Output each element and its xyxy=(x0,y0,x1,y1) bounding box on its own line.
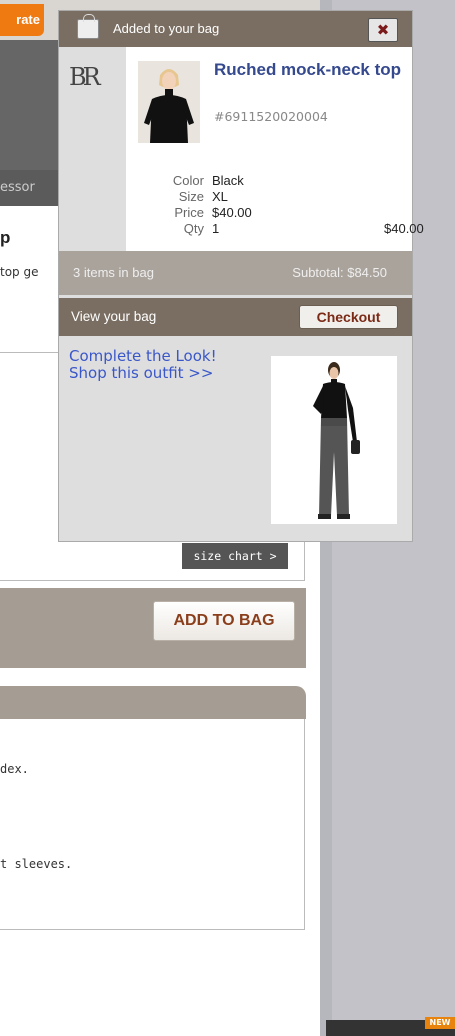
checkout-button[interactable]: Checkout xyxy=(299,305,398,329)
details-line: dex. xyxy=(0,762,29,776)
nav-item-accessories[interactable]: essor xyxy=(0,170,35,206)
popup-action-bar: View your bag Checkout xyxy=(59,298,412,336)
popup-header: Added to your bag ✖ xyxy=(59,11,412,47)
add-to-bag-button[interactable]: ADD TO BAG xyxy=(153,601,295,641)
details-box xyxy=(0,719,305,930)
shop-outfit-line: Shop this outfit >> xyxy=(69,364,214,382)
new-badge: NEW xyxy=(425,1017,455,1029)
items-in-bag-count: 3 items in bag xyxy=(73,265,154,280)
product-title: p xyxy=(0,228,11,247)
color-value: Black xyxy=(212,173,244,188)
product-thumbnail[interactable] xyxy=(138,61,200,143)
complete-look-line: Complete the Look! xyxy=(69,347,217,365)
price-value: $40.00 xyxy=(212,205,252,220)
product-description: top ge xyxy=(0,265,39,279)
details-header xyxy=(0,686,306,719)
size-label: Size xyxy=(178,189,204,204)
qty-label: Qty xyxy=(183,221,204,236)
bag-summary-bar: 3 items in bag Subtotal: $84.50 xyxy=(59,251,412,295)
popup-title: Added to your bag xyxy=(113,21,220,36)
close-button[interactable]: ✖ xyxy=(368,18,398,42)
product-sku: #6911520020004 xyxy=(214,109,328,124)
complete-the-look-link[interactable]: Complete the Look! Shop this outfit >> xyxy=(69,348,217,382)
line-total: $40.00 xyxy=(384,221,424,236)
size-value: XL xyxy=(212,189,228,204)
bag-item-panel: Ruched mock-neck top #6911520020004 Colo… xyxy=(126,47,424,251)
qty-value: 1 xyxy=(212,221,220,236)
rate-button[interactable]: rate xyxy=(0,4,44,36)
product-name-link[interactable]: Ruched mock-neck top xyxy=(214,61,404,78)
details-line: t sleeves. xyxy=(0,857,73,871)
price-label: Price xyxy=(174,205,204,220)
brand-logo: BR xyxy=(69,63,101,91)
color-label: Color xyxy=(172,173,204,188)
view-bag-link[interactable]: View your bag xyxy=(71,298,156,336)
subtotal: Subtotal: $84.50 xyxy=(292,265,387,280)
shopping-bag-icon xyxy=(77,14,99,39)
added-to-bag-popup: Added to your bag ✖ BR Ruched mock-neck … xyxy=(58,10,424,542)
outfit-image[interactable] xyxy=(271,356,397,524)
size-chart-button[interactable]: size chart > xyxy=(182,543,288,569)
